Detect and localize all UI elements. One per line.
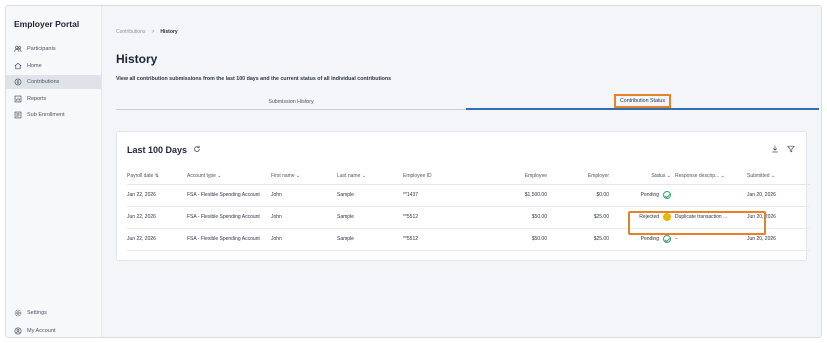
column-header-employee[interactable]: Employee [487,169,557,185]
status-text: Pending [640,236,659,242]
cell-first-name: John [271,184,337,207]
cell-payroll-date: Jun 22, 2026 [127,206,187,229]
breadcrumb-current: History [160,29,178,35]
sidebar-item-label: Settings [27,310,47,316]
participants-icon [14,45,22,53]
cell-employee-amount: $50.00 [487,206,557,229]
cell-status: Pending [619,184,675,207]
page-description: View all contribution submissions from t… [116,76,392,82]
sidebar-item-reports[interactable]: Reports [6,92,101,106]
column-header-account-type[interactable]: Account type ⌄ [187,169,271,185]
cell-employee-id: **5512 [403,228,487,251]
chevron-down-icon: ⌄ [217,173,222,180]
refresh-icon[interactable] [193,145,201,155]
status-text: Pending [640,192,659,198]
cell-employer-amount: $0.00 [557,184,619,207]
cell-first-name: John [271,206,337,229]
cell-last-name: Sample [337,184,403,207]
reports-icon [14,95,22,103]
card-title-text: Last 100 Days [127,145,188,155]
main-content: Contributions > History History View all… [102,6,821,337]
tab-label: Contribution Status [613,94,672,108]
sidebar-item-label: Sub Enrollment [27,112,65,118]
cell-employee-id: **5512 [403,206,487,229]
tab-bar: Submission History Contribution Status [116,94,819,110]
column-header-employee-id[interactable]: Employee ID [403,169,487,185]
cell-account-type: FSA - Flexible Spending Account [187,184,271,207]
sidebar-item-contributions[interactable]: Contributions [6,75,101,89]
sidebar: Employer Portal Participants Home Contri… [6,6,102,337]
sidebar-item-sub-enrollment[interactable]: Sub Enrollment [6,108,101,122]
page-title: History [116,52,158,66]
cell-account-type: FSA - Flexible Spending Account [187,206,271,229]
sidebar-item-home[interactable]: Home [6,59,101,73]
sidebar-item-label: Contributions [27,79,60,85]
cell-submitted: Jan 20, 2026 [747,184,810,207]
card-title: Last 100 Days [127,145,201,155]
cell-employee-amount: $1,500.00 [487,184,557,207]
table-header-row: Payroll date ⇅ Account type ⌄ First name… [127,169,810,185]
sidebar-item-label: Reports [27,96,47,102]
column-header-status[interactable]: Status ⌄ [619,169,675,185]
contributions-icon [14,78,22,86]
check-circle-icon [663,235,671,243]
sidebar-item-participants[interactable]: Participants [6,42,101,56]
cell-payroll-date: Jun 22, 2026 [127,228,187,251]
sidebar-item-label: Participants [27,46,56,52]
tab-label: Submission History [268,98,314,105]
sort-icon: ⇅ [154,173,159,180]
column-header-payroll-date[interactable]: Payroll date ⇅ [127,169,187,185]
cell-first-name: John [271,228,337,251]
sidebar-item-label: Home [27,63,42,69]
tab-submission-history[interactable]: Submission History [116,94,466,109]
download-icon[interactable] [770,144,780,154]
sidebar-item-my-account[interactable]: My Account [14,324,94,337]
cell-employer-amount: $25.00 [557,206,619,229]
cell-response-description [675,184,747,207]
tab-contribution-status[interactable]: Contribution Status [466,94,819,110]
column-header-submitted[interactable]: Submitted ⌄ [747,169,810,185]
filter-icon[interactable] [786,144,796,154]
contributions-table: Payroll date ⇅ Account type ⌄ First name… [127,169,810,251]
cell-employee-amount: $50.00 [487,228,557,251]
column-header-first-name[interactable]: First name ⌄ [271,169,337,185]
column-header-response[interactable]: Response descrip... ⌄ [675,169,747,185]
column-header-employer[interactable]: Employer [557,169,619,185]
account-icon [14,327,22,335]
cell-employee-id: **1437 [403,184,487,207]
sub-enrollment-icon [14,111,22,119]
breadcrumb-contributions[interactable]: Contributions [116,29,145,35]
brand-title: Employer Portal [14,19,80,29]
cell-employer-amount: $25.00 [557,228,619,251]
cell-last-name: Sample [337,206,403,229]
chevron-down-icon: ⌄ [296,173,301,180]
table-row[interactable]: Jan 22, 2026 FSA - Flexible Spending Acc… [127,184,810,207]
home-icon [14,62,22,70]
chevron-down-icon: ⌄ [720,173,725,180]
cell-payroll-date: Jan 22, 2026 [127,184,187,207]
chevron-down-icon: ⌄ [361,173,366,180]
column-header-last-name[interactable]: Last name ⌄ [337,169,403,185]
chevron-down-icon: ⌄ [770,173,776,180]
rejected-highlight [628,211,766,235]
gear-icon [14,309,22,317]
check-circle-icon [663,191,671,199]
contributions-card: Last 100 Days Payroll date ⇅ Account typ… [116,131,810,261]
cell-account-type: FSA - Flexible Spending Account [187,228,271,251]
sidebar-item-settings[interactable]: Settings [14,306,94,320]
breadcrumb-separator: > [151,29,155,35]
cell-last-name: Sample [337,228,403,251]
breadcrumb: Contributions > History [116,29,178,35]
app-window: Employer Portal Participants Home Contri… [5,5,822,338]
sidebar-item-label: My Account [27,328,56,334]
chevron-down-icon: ⌄ [666,173,671,180]
